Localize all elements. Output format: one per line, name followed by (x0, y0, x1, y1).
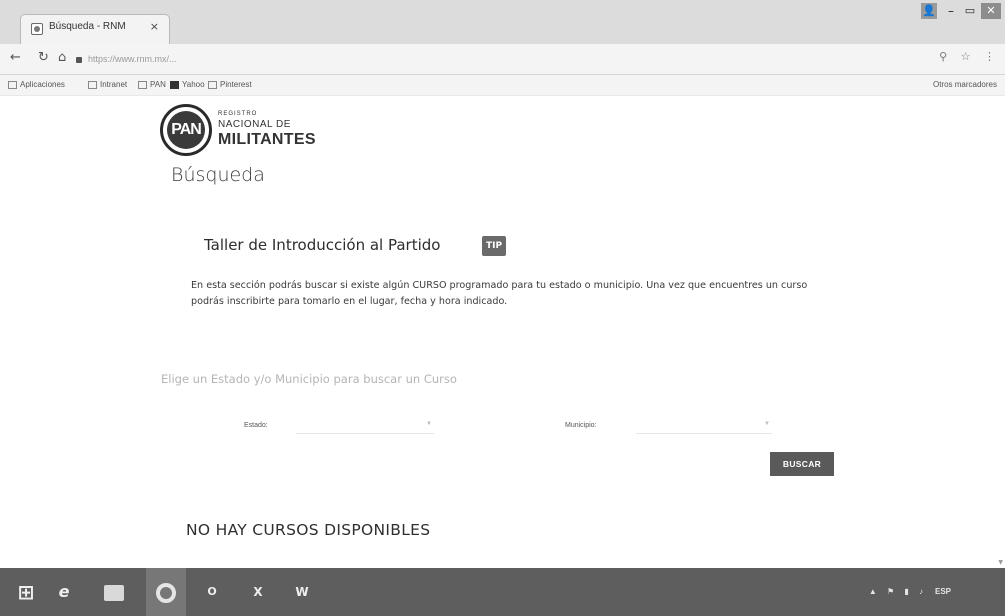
bookmark-item[interactable]: Aplicaciones (8, 80, 65, 89)
section-title: Taller de Introducción al Partido (204, 236, 441, 254)
estado-label: Estado: (244, 422, 268, 429)
word-icon[interactable]: W (282, 568, 322, 616)
menu-dots-icon[interactable]: ⋮ (984, 50, 995, 63)
bookmark-item[interactable]: PAN (138, 80, 166, 89)
excel-icon[interactable]: X (238, 568, 278, 616)
page-icon (88, 80, 97, 89)
favicon-icon (31, 23, 43, 35)
file-explorer-icon[interactable] (94, 568, 134, 616)
tab-title: Búsqueda - RNM (49, 21, 126, 32)
scroll-down-arrow-icon[interactable]: ▼ (998, 559, 1003, 566)
pan-logo-icon (138, 80, 147, 89)
chrome-icon[interactable] (146, 568, 186, 616)
empty-state-message: NO HAY CURSOS DISPONIBLES (186, 521, 431, 539)
bookmarks-bar: Aplicaciones Intranet PAN Yahoo Pinteres… (0, 75, 1005, 95)
yahoo-icon (170, 80, 179, 89)
bookmark-item[interactable]: Intranet (88, 80, 127, 89)
other-bookmarks[interactable]: Otros marcadores (933, 80, 997, 89)
search-prompt: Elige un Estado y/o Municipio para busca… (161, 372, 457, 386)
top-navigation (324, 144, 350, 151)
tray-icons[interactable]: ▲ ⚑ ▮ ♪ (869, 587, 927, 596)
windows-start-icon[interactable]: ⊞ (6, 568, 46, 616)
zoom-icon[interactable]: ⚲ (939, 50, 947, 63)
reload-icon[interactable]: ↻ (38, 50, 49, 65)
address-text: https://www.rnm.mx/... (88, 54, 177, 64)
search-button[interactable]: BUSCAR (770, 452, 834, 476)
bookmark-item[interactable]: Pinterest (208, 80, 252, 89)
star-bookmark-icon[interactable]: ☆ (961, 50, 971, 63)
tab-close-icon[interactable]: × (150, 20, 159, 33)
browser-toolbar: ← ↻ ⌂ https://www.rnm.mx/... ⚲ ☆ ⋮ (0, 44, 1005, 75)
outlook-icon[interactable]: O (192, 568, 232, 616)
tip-badge[interactable]: TIP (482, 236, 506, 256)
municipio-select[interactable]: ▼ (636, 414, 772, 434)
pinterest-icon (208, 80, 217, 89)
lock-icon (76, 56, 82, 63)
estado-select[interactable]: ▼ (296, 414, 434, 434)
pan-logo[interactable]: PAN (160, 104, 212, 156)
toolbar-actions: ⚲ ☆ ⋮ (929, 50, 995, 63)
user-profile-icon[interactable]: 👤 (921, 3, 937, 19)
home-icon[interactable]: ⌂ (58, 50, 66, 65)
brand-line-registro: REGISTRO (218, 111, 258, 117)
pan-logo-text: PAN (167, 111, 205, 149)
back-arrow-icon[interactable]: ← (10, 50, 21, 65)
browser-tab[interactable]: Búsqueda - RNM × (20, 14, 170, 44)
brand-wordmark: REGISTRO NACIONAL DE MILITANTES (218, 110, 316, 149)
web-page: PAN REGISTRO NACIONAL DE MILITANTES Búsq… (0, 96, 1005, 568)
chevron-down-icon: ▼ (764, 421, 770, 427)
page-title: Búsqueda (171, 164, 265, 186)
intro-paragraph: En esta sección podrás buscar si existe … (191, 280, 808, 307)
municipio-label: Municipio: (565, 422, 597, 429)
windows-taskbar: ⊞ e O X W ▲ ⚑ ▮ ♪ ESP (0, 568, 1005, 616)
close-window-icon[interactable]: ✕ (981, 3, 1001, 19)
minimize-icon[interactable]: – (943, 3, 959, 19)
apps-grid-icon (8, 80, 17, 89)
chevron-down-icon: ▼ (426, 421, 432, 427)
internet-explorer-icon[interactable]: e (44, 568, 84, 616)
address-bar[interactable]: https://www.rnm.mx/... (76, 50, 936, 68)
bookmark-item[interactable]: Yahoo (170, 80, 205, 89)
language-indicator[interactable]: ESP (935, 587, 951, 596)
brand-line-nacional: NACIONAL DE (218, 119, 291, 130)
browser-titlebar: Búsqueda - RNM × 👤 – ▭ ✕ (0, 0, 1005, 44)
maximize-icon[interactable]: ▭ (963, 3, 977, 19)
brand-line-militantes: MILITANTES (218, 131, 316, 148)
